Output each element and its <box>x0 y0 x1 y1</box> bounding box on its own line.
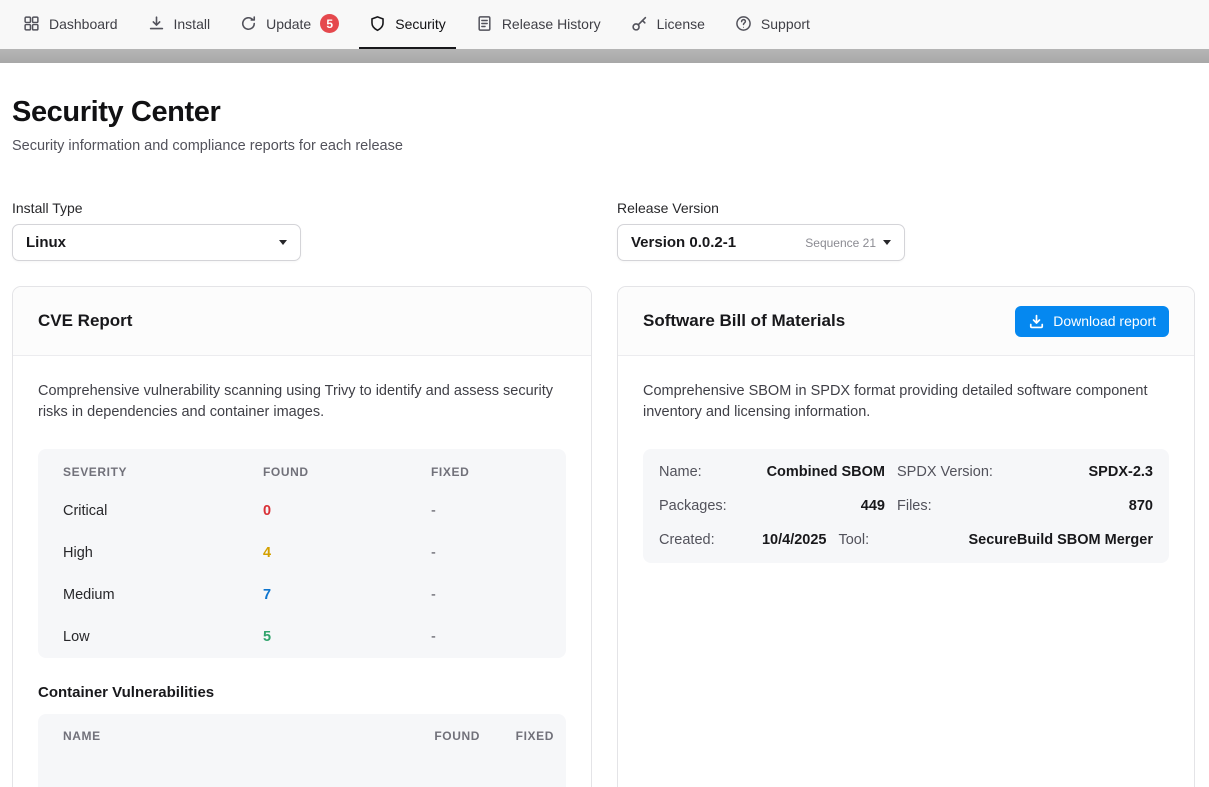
nav-label: Support <box>761 16 810 32</box>
severity-name: Low <box>63 629 263 645</box>
severity-fixed-count: - <box>431 587 541 603</box>
license-key-icon <box>631 15 648 32</box>
cve-report-header: CVE Report <box>13 287 591 356</box>
cve-report-body: Comprehensive vulnerability scanning usi… <box>13 356 591 787</box>
nav-label: Update <box>266 16 311 32</box>
detail-label: Name: <box>659 464 747 480</box>
severity-found-count: 7 <box>263 587 431 603</box>
nav-item-license[interactable]: License <box>621 0 715 49</box>
container-vulnerabilities-table: NAME FOUND FIXED <box>38 714 566 787</box>
severity-found-count: 0 <box>263 503 431 519</box>
download-report-label: Download report <box>1053 313 1156 329</box>
sbom-description: Comprehensive SBOM in SPDX format provid… <box>643 381 1169 424</box>
nav-label: Install <box>174 16 211 32</box>
severity-fixed-count: - <box>431 503 541 519</box>
support-icon <box>735 15 752 32</box>
sbom-details-panel: Name: Combined SBOM SPDX Version: SPDX-2… <box>643 449 1169 563</box>
sbom-card: Software Bill of Materials Download repo… <box>617 286 1195 787</box>
severity-fixed-count: - <box>431 545 541 561</box>
detail-label: SPDX Version: <box>897 464 1015 480</box>
table-row: Low 5 - <box>38 616 566 658</box>
table-row: High 4 - <box>38 532 566 574</box>
chevron-down-icon <box>883 240 891 245</box>
severity-found-count: 5 <box>263 629 431 645</box>
severity-name: Critical <box>63 503 263 519</box>
nav-item-release-history[interactable]: Release History <box>466 0 611 49</box>
col-name: NAME <box>63 729 394 743</box>
install-type-select[interactable]: Linux <box>12 224 301 261</box>
release-history-icon <box>476 15 493 32</box>
cve-report-card: CVE Report Comprehensive vulnerability s… <box>12 286 592 787</box>
download-icon <box>1028 313 1045 330</box>
detail-value: Combined SBOM <box>759 464 885 480</box>
release-version-meta-group: Sequence 21 <box>805 236 891 250</box>
severity-name: Medium <box>63 587 263 603</box>
detail-value: 449 <box>759 498 885 514</box>
nav-label: License <box>657 16 705 32</box>
cve-report-title: CVE Report <box>38 311 132 331</box>
nav-item-dashboard[interactable]: Dashboard <box>13 0 128 49</box>
detail-label: Created: <box>659 532 747 548</box>
detail-row: Name: Combined SBOM SPDX Version: SPDX-2… <box>659 455 1153 489</box>
severity-found-count: 4 <box>263 545 431 561</box>
severity-fixed-count: - <box>431 629 541 645</box>
filters-row: Install Type Linux Release Version Versi… <box>12 200 1195 261</box>
cve-report-description: Comprehensive vulnerability scanning usi… <box>38 381 566 424</box>
page-subtitle: Security information and compliance repo… <box>12 138 1195 154</box>
sbom-title: Software Bill of Materials <box>643 311 845 331</box>
nav-label: Security <box>395 16 446 32</box>
release-version-sequence: Sequence 21 <box>805 236 876 250</box>
update-count-badge: 5 <box>320 14 339 33</box>
detail-label: Tool: <box>838 532 956 548</box>
table-row: Medium 7 - <box>38 574 566 616</box>
release-version-select[interactable]: Version 0.0.2-1 Sequence 21 <box>617 224 905 261</box>
release-version-label: Release Version <box>617 200 1195 216</box>
install-type-label: Install Type <box>12 200 592 216</box>
severity-table-header: SEVERITY FOUND FIXED <box>38 449 566 490</box>
chevron-down-icon <box>279 240 287 245</box>
detail-label: Files: <box>897 498 1015 514</box>
col-fixed: FIXED <box>504 729 554 743</box>
detail-row: Packages: 449 Files: 870 <box>659 489 1153 523</box>
severity-name: High <box>63 545 263 561</box>
security-shield-icon <box>369 15 386 32</box>
page-title: Security Center <box>12 96 1195 129</box>
nav-item-install[interactable]: Install <box>138 0 221 49</box>
update-icon <box>240 15 257 32</box>
nav-item-update[interactable]: Update 5 <box>230 0 349 49</box>
col-severity: SEVERITY <box>63 465 263 479</box>
col-found: FOUND <box>263 465 431 479</box>
release-version-field: Release Version Version 0.0.2-1 Sequence… <box>617 200 1195 261</box>
nav-label: Release History <box>502 16 601 32</box>
nav-item-support[interactable]: Support <box>725 0 820 49</box>
col-fixed: FIXED <box>431 465 541 479</box>
nav-item-security[interactable]: Security <box>359 0 456 49</box>
sbom-header: Software Bill of Materials Download repo… <box>618 287 1194 356</box>
sbom-body: Comprehensive SBOM in SPDX format provid… <box>618 356 1194 588</box>
col-found: FOUND <box>418 729 480 743</box>
container-vulnerabilities-title: Container Vulnerabilities <box>38 684 566 701</box>
detail-row: Created: 10/4/2025 Tool: SecureBuild SBO… <box>659 523 1153 557</box>
table-row: Critical 0 - <box>38 490 566 532</box>
nav-label: Dashboard <box>49 16 118 32</box>
detail-label: Packages: <box>659 498 747 514</box>
detail-value: SecureBuild SBOM Merger <box>968 532 1153 548</box>
detail-value: 10/4/2025 <box>759 532 826 548</box>
detail-value: SPDX-2.3 <box>1027 464 1153 480</box>
release-version-value: Version 0.0.2-1 <box>631 234 736 251</box>
severity-table: SEVERITY FOUND FIXED Critical 0 - High 4… <box>38 449 566 658</box>
divider-bar <box>0 49 1209 63</box>
container-table-header: NAME FOUND FIXED <box>38 714 566 754</box>
install-icon <box>148 15 165 32</box>
install-type-field: Install Type Linux <box>12 200 592 261</box>
top-nav: Dashboard Install Update 5 Security Rele… <box>0 0 1209 49</box>
dashboard-icon <box>23 15 40 32</box>
install-type-value: Linux <box>26 234 66 251</box>
download-report-button[interactable]: Download report <box>1015 306 1169 337</box>
detail-value: 870 <box>1027 498 1153 514</box>
report-cards: CVE Report Comprehensive vulnerability s… <box>12 286 1195 787</box>
main-content: Security Center Security information and… <box>0 96 1209 787</box>
